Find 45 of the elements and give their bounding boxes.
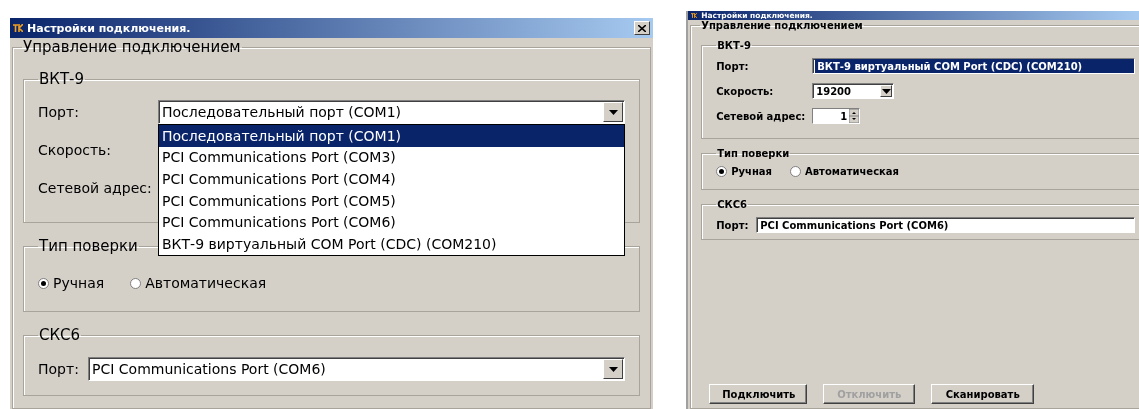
group-title: Управление подключением	[700, 20, 864, 31]
group-title: Тип поверки	[716, 148, 791, 160]
field-label: Порт:	[716, 219, 750, 231]
group-title: ВКТ-9	[716, 40, 752, 51]
field-label: Сетевой адрес:	[38, 180, 153, 196]
radio-option[interactable]: Автоматическая	[130, 275, 267, 292]
dialog-button[interactable]: Подключить	[709, 384, 808, 404]
field-label: Скорость:	[716, 85, 775, 97]
group-title: СКС6	[38, 326, 82, 345]
close-button[interactable]	[634, 21, 651, 35]
port-dropdown[interactable]: PCI Communications Port (COM6)	[756, 217, 1135, 234]
dropdown-option[interactable]: ВКТ-9 виртуальный COM Port (CDC) (COM210)	[159, 232, 625, 255]
dialog-button[interactable]: Сканировать	[931, 384, 1035, 404]
group-title: ВКТ-9	[38, 70, 86, 88]
window-title: Настройки подключения.	[27, 21, 192, 35]
field-label: Сетевой адрес:	[716, 110, 807, 122]
caret-icon	[881, 88, 891, 94]
caret-icon	[608, 366, 618, 372]
dropdown-option[interactable]: PCI Communications Port (COM5)	[159, 189, 625, 212]
dropdown-option[interactable]: Последовательный порт (COM1)	[159, 125, 625, 147]
group-title: Управление подключением	[22, 38, 242, 56]
dropdown-button[interactable]	[603, 359, 624, 380]
port-dropdown[interactable]: PCI Communications Port (COM6)	[88, 357, 626, 382]
field-label: Порт:	[38, 361, 80, 378]
dropdown-option[interactable]: PCI Communications Port (COM3)	[159, 146, 625, 169]
app-logo-icon	[13, 24, 23, 32]
radio-option[interactable]: Ручная	[716, 166, 773, 178]
dropdown-button[interactable]	[880, 85, 893, 97]
dropdown-button[interactable]	[603, 102, 624, 122]
field-label: Порт:	[716, 60, 750, 72]
dropdown-option[interactable]: PCI Communications Port (COM4)	[159, 168, 625, 190]
port-dropdown[interactable]: ВКТ-9 виртуальный COM Port (CDC) (COM210)	[812, 58, 1135, 74]
close-icon	[638, 24, 647, 32]
group-title: СКС6	[716, 199, 749, 211]
field-label: Скорость:	[38, 142, 113, 158]
app-logo-icon	[691, 13, 698, 18]
group-title: Тип поверки	[38, 237, 139, 256]
radio-option[interactable]: Ручная	[38, 275, 105, 292]
spin-arrows-icon	[849, 109, 860, 123]
speed-dropdown[interactable]: 19200	[812, 83, 895, 99]
radio-option[interactable]: Автоматическая	[790, 166, 900, 178]
address-spin-field[interactable]: 1	[812, 108, 861, 124]
field-label: Порт:	[38, 104, 80, 120]
caret-icon	[608, 109, 618, 115]
dropdown-option[interactable]: PCI Communications Port (COM6)	[159, 211, 625, 233]
